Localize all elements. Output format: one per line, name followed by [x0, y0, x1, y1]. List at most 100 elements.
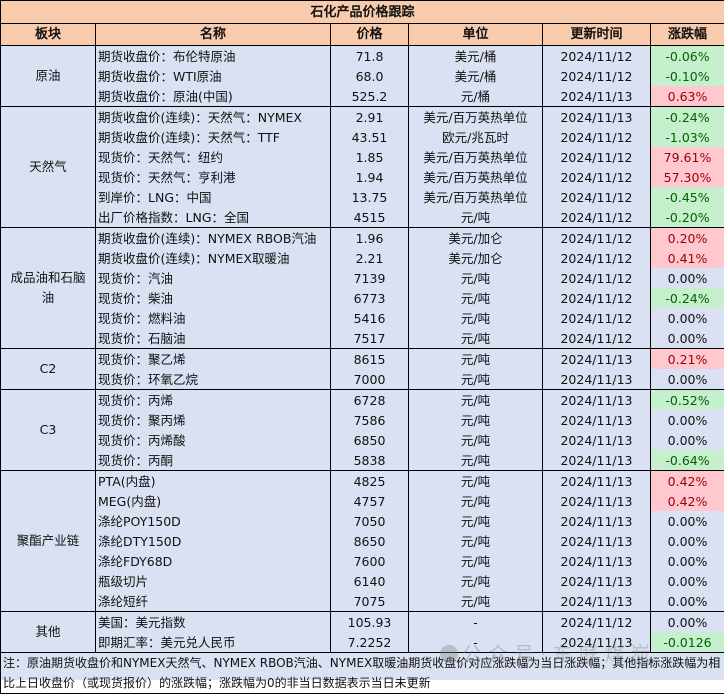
change-cell: -0.0126 [651, 632, 724, 653]
change-cell: -0.20% [651, 207, 724, 228]
product-name-cell: 出厂价格指数：LNG：全国 [96, 207, 331, 228]
table-row: 涤纶短纤7075元/吨2024/11/130.00% [1, 591, 724, 612]
unit-cell: 美元/加仑 [409, 228, 543, 249]
unit-cell: 元/吨 [409, 551, 543, 571]
table-row: MEG(内盘)4757元/吨2024/11/130.42% [1, 491, 724, 511]
table-row: 期货收盘价(连续)：天然气：TTF43.51欧元/兆瓦时2024/11/12-1… [1, 127, 724, 147]
price-cell: 43.51 [331, 127, 409, 147]
product-name-cell: 涤纶FDY68D [96, 551, 331, 571]
update-date-cell: 2024/11/12 [543, 228, 651, 249]
update-date-cell: 2024/11/13 [543, 531, 651, 551]
update-date-cell: 2024/11/13 [543, 591, 651, 612]
change-cell: 0.00% [651, 551, 724, 571]
table-row: 瓶级切片6140元/吨2024/11/130.00% [1, 571, 724, 591]
category-cell: 其他 [1, 612, 96, 653]
product-name-cell: 现货价：丙酮 [96, 450, 331, 471]
change-cell: -0.24% [651, 107, 724, 128]
unit-cell: 元/桶 [409, 86, 543, 107]
change-cell: -0.45% [651, 187, 724, 207]
change-cell: 0.00% [651, 571, 724, 591]
change-cell: 0.42% [651, 471, 724, 492]
product-name-cell: 即期汇率：美元兑人民币 [96, 632, 331, 653]
unit-cell: 元/吨 [409, 369, 543, 390]
update-date-cell: 2024/11/12 [543, 308, 651, 328]
unit-cell: 美元/百万英热单位 [409, 187, 543, 207]
price-cell: 2.91 [331, 107, 409, 128]
price-cell: 5838 [331, 450, 409, 471]
table-row: 现货价：汽油7139元/吨2024/11/120.00% [1, 268, 724, 288]
unit-cell: 元/吨 [409, 430, 543, 450]
table-row: 其他美国：美元指数105.93-2024/11/120.00% [1, 612, 724, 633]
footnote: 注：原油期货收盘价和NYMEX天然气、NYMEX RBOB汽油、NYMEX取暖油… [1, 653, 724, 694]
table-row: 期货收盘价：WTI原油68.0美元/桶2024/11/12-0.10% [1, 66, 724, 86]
change-cell: 0.00% [651, 591, 724, 612]
unit-cell: 美元/百万英热单位 [409, 107, 543, 128]
update-date-cell: 2024/11/13 [543, 410, 651, 430]
price-cell: 8650 [331, 531, 409, 551]
change-cell: 0.00% [651, 369, 724, 390]
price-cell: 1.94 [331, 167, 409, 187]
update-date-cell: 2024/11/12 [543, 207, 651, 228]
table-row: 聚酯产业链PTA(内盘)4825元/吨2024/11/130.42% [1, 471, 724, 492]
product-name-cell: 到岸价：LNG：中国 [96, 187, 331, 207]
unit-cell: 元/吨 [409, 531, 543, 551]
product-name-cell: 现货价：柴油 [96, 288, 331, 308]
price-cell: 6728 [331, 390, 409, 411]
change-cell: 0.00% [651, 308, 724, 328]
update-date-cell: 2024/11/13 [543, 107, 651, 128]
product-name-cell: 期货收盘价(连续)：NYMEX RBOB汽油 [96, 228, 331, 249]
product-name-cell: 涤纶DTY150D [96, 531, 331, 551]
table-body: 原油期货收盘价：布伦特原油71.8美元/桶2024/11/12-0.06%期货收… [1, 46, 724, 653]
product-name-cell: 瓶级切片 [96, 571, 331, 591]
price-cell: 6850 [331, 430, 409, 450]
change-cell: -0.24% [651, 288, 724, 308]
category-cell: 成品油和石脑油 [1, 228, 96, 349]
price-cell: 5416 [331, 308, 409, 328]
price-cell: 7.2252 [331, 632, 409, 653]
change-cell: 0.00% [651, 511, 724, 531]
update-date-cell: 2024/11/12 [543, 46, 651, 67]
unit-cell: - [409, 632, 543, 653]
price-cell: 71.8 [331, 46, 409, 67]
category-cell: 聚酯产业链 [1, 471, 96, 612]
unit-cell: 美元/百万英热单位 [409, 147, 543, 167]
change-cell: 57.30% [651, 167, 724, 187]
update-date-cell: 2024/11/13 [543, 511, 651, 531]
change-cell: -0.10% [651, 66, 724, 86]
table-row: 原油期货收盘价：布伦特原油71.8美元/桶2024/11/12-0.06% [1, 46, 724, 67]
price-cell: 7050 [331, 511, 409, 531]
product-name-cell: 期货收盘价(连续)：NYMEX取暖油 [96, 248, 331, 268]
table-row: 现货价：柴油6773元/吨2024/11/12-0.24% [1, 288, 724, 308]
change-cell: 0.00% [651, 430, 724, 450]
header-unit: 单位 [409, 24, 543, 46]
product-name-cell: 现货价：汽油 [96, 268, 331, 288]
update-date-cell: 2024/11/13 [543, 571, 651, 591]
product-name-cell: 期货收盘价：布伦特原油 [96, 46, 331, 67]
change-cell: -1.03% [651, 127, 724, 147]
update-date-cell: 2024/11/12 [543, 288, 651, 308]
unit-cell: 美元/加仑 [409, 248, 543, 268]
price-cell: 6773 [331, 288, 409, 308]
category-cell: 原油 [1, 46, 96, 107]
unit-cell: 元/吨 [409, 349, 543, 370]
price-cell: 1.96 [331, 228, 409, 249]
update-date-cell: 2024/11/13 [543, 369, 651, 390]
price-cell: 8615 [331, 349, 409, 370]
unit-cell: 元/吨 [409, 410, 543, 430]
price-cell: 525.2 [331, 86, 409, 107]
product-name-cell: MEG(内盘) [96, 491, 331, 511]
price-cell: 1.85 [331, 147, 409, 167]
product-name-cell: 涤纶短纤 [96, 591, 331, 612]
product-name-cell: 现货价：环氧乙烷 [96, 369, 331, 390]
change-cell: 0.00% [651, 612, 724, 633]
price-cell: 7586 [331, 410, 409, 430]
header-price: 价格 [331, 24, 409, 46]
header-row: 板块 名称 价格 单位 更新时间 涨跌幅 [1, 24, 724, 46]
table-row: 天然气期货收盘价(连续)：天然气：NYMEX2.91美元/百万英热单位2024/… [1, 107, 724, 128]
table-title: 石化产品价格跟踪 [1, 1, 724, 24]
table-row: 期货收盘价：原油(中国)525.2元/桶2024/11/130.63% [1, 86, 724, 107]
table-row: 现货价：天然气：亨利港1.94美元/百万英热单位2024/11/1257.30% [1, 167, 724, 187]
change-cell: 0.42% [651, 491, 724, 511]
unit-cell: 元/吨 [409, 571, 543, 591]
unit-cell: 元/吨 [409, 390, 543, 411]
